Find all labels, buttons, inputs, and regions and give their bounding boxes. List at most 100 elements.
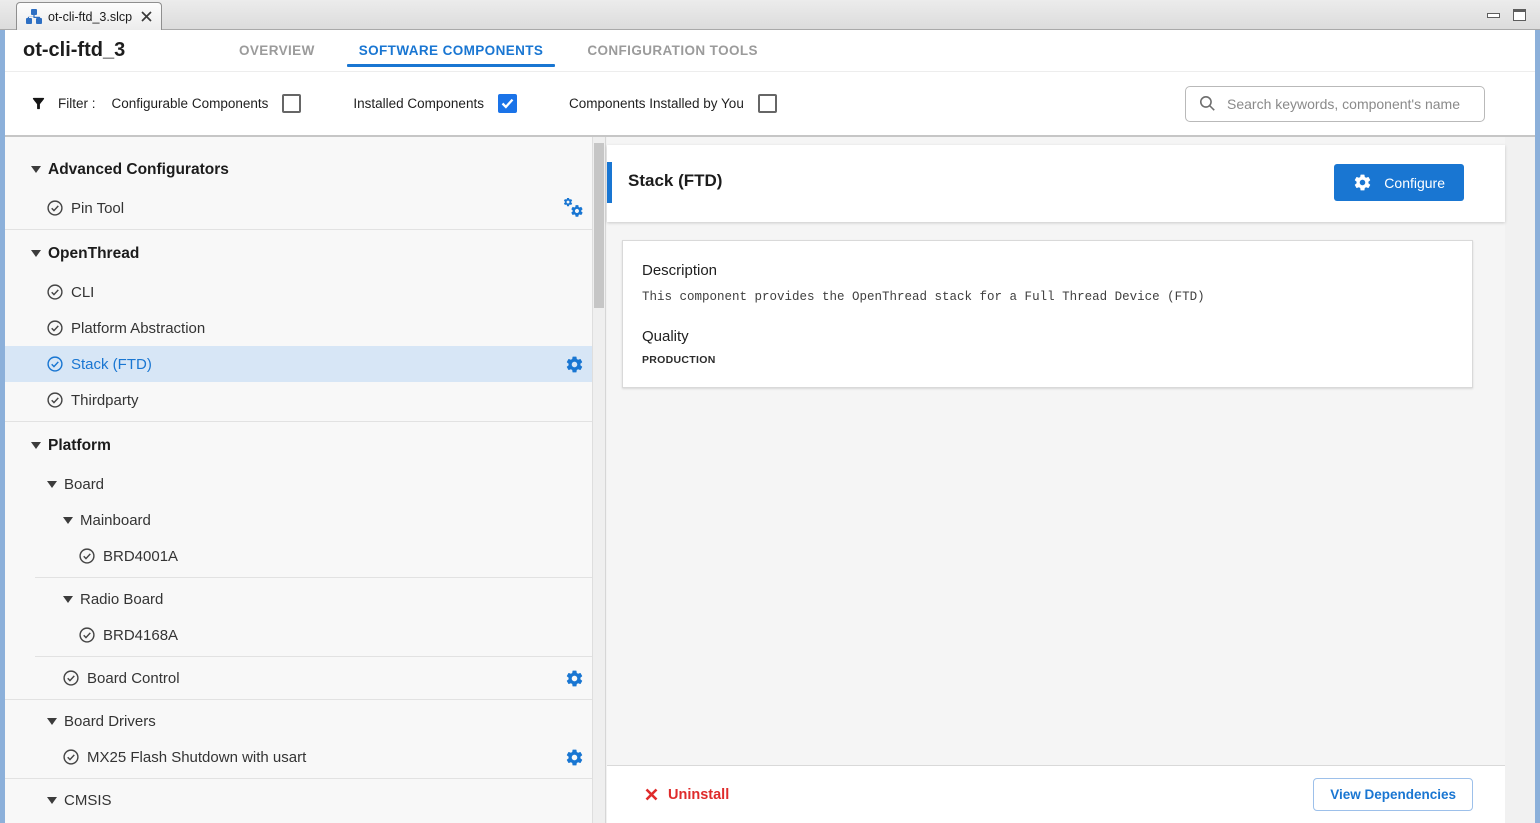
- slcp-project-icon: [26, 9, 42, 24]
- maximize-icon[interactable]: [1513, 9, 1526, 21]
- tab-configuration-tools[interactable]: CONFIGURATION TOOLS: [565, 30, 780, 71]
- caret-down-icon[interactable]: [30, 166, 41, 173]
- tree-item-label: Thirdparty: [71, 392, 139, 409]
- installed-check-icon: [62, 669, 80, 687]
- configure-gear-icon[interactable]: [565, 748, 584, 767]
- pin-tool-gears-icon[interactable]: [563, 198, 584, 218]
- tree-item-platform-abstraction[interactable]: Platform Abstraction: [5, 310, 592, 346]
- component-tree: Advanced Configurators Pin Tool OpenThread…: [5, 137, 592, 823]
- tree-item-label: BRD4168A: [103, 627, 178, 644]
- filter-components-installed-by-you: Components Installed by You: [569, 94, 777, 113]
- view-controls: [1487, 9, 1526, 21]
- editor-tab[interactable]: ot-cli-ftd_3.slcp: [16, 2, 162, 30]
- description-text: This component provides the OpenThread s…: [642, 290, 1453, 304]
- tree-item-board-control[interactable]: Board Control: [5, 660, 592, 696]
- tree-item-mx25-flash-shutdown-with-usart[interactable]: MX25 Flash Shutdown with usart: [5, 739, 592, 775]
- installed-check-icon: [46, 391, 64, 409]
- caret-down-icon[interactable]: [46, 481, 57, 488]
- filter-funnel-icon: [30, 95, 47, 112]
- tree-item-cmsis[interactable]: CMSIS: [5, 782, 592, 818]
- uninstall-x-icon: [645, 788, 658, 801]
- component-detail-panel: Stack (FTD) Configure Description This c…: [607, 137, 1505, 823]
- project-header: ot-cli-ftd_3 OVERVIEW SOFTWARE COMPONENT…: [5, 30, 1535, 72]
- tree-item-label: Platform: [48, 437, 111, 455]
- uninstall-label: Uninstall: [668, 787, 729, 803]
- tree-scrollbar-thumb[interactable]: [594, 143, 604, 308]
- tree-item-board-drivers[interactable]: Board Drivers: [5, 703, 592, 739]
- tree-item-stack-ftd[interactable]: Stack (FTD): [5, 346, 592, 382]
- detail-header: Stack (FTD) Configure: [607, 145, 1505, 222]
- configure-gear-icon[interactable]: [565, 669, 584, 688]
- tree-item-label: Radio Board: [80, 591, 163, 608]
- caret-down-icon[interactable]: [62, 596, 73, 603]
- tab-software-components[interactable]: SOFTWARE COMPONENTS: [337, 30, 566, 71]
- installed-components-checkbox[interactable]: [498, 94, 517, 113]
- checkbox-label: Configurable Components: [112, 96, 269, 111]
- checkbox-label: Installed Components: [353, 96, 484, 111]
- filter-installed-components: Installed Components: [353, 94, 517, 113]
- tree-item-thirdparty[interactable]: Thirdparty: [5, 382, 592, 418]
- installed-check-icon: [78, 547, 96, 565]
- tree-item-pin-tool[interactable]: Pin Tool: [5, 190, 592, 226]
- configurable-components-checkbox[interactable]: [282, 94, 301, 113]
- filter-label: Filter :: [58, 96, 96, 111]
- editor-tab-title: ot-cli-ftd_3.slcp: [48, 10, 132, 24]
- filter-bar: Filter : Configurable Components Install…: [5, 72, 1535, 137]
- search-box: [1185, 86, 1485, 122]
- close-icon[interactable]: [141, 11, 152, 22]
- tree-item-brd4168a[interactable]: BRD4168A: [5, 617, 592, 653]
- checkbox-label: Components Installed by You: [569, 96, 744, 111]
- search-icon: [1198, 94, 1217, 113]
- minimize-icon[interactable]: [1487, 13, 1500, 18]
- tree-item-label: Platform Abstraction: [71, 320, 205, 337]
- component-title: Stack (FTD): [628, 171, 722, 191]
- configure-button-label: Configure: [1384, 175, 1445, 191]
- installed-check-icon: [46, 199, 64, 217]
- tab-overview[interactable]: OVERVIEW: [217, 30, 337, 71]
- caret-down-icon[interactable]: [30, 442, 41, 449]
- tree-scrollbar[interactable]: [592, 137, 606, 823]
- editor-focus-border-left: [0, 30, 5, 823]
- configure-button[interactable]: Configure: [1334, 164, 1464, 201]
- filter-configurable-components: Configurable Components: [112, 94, 302, 113]
- header-accent-bar: [607, 162, 612, 203]
- tree-item-openthread[interactable]: OpenThread: [5, 233, 592, 274]
- project-title: ot-cli-ftd_3: [23, 39, 203, 62]
- tree-item-label: OpenThread: [48, 245, 139, 263]
- installed-check-icon: [46, 319, 64, 337]
- quality-heading: Quality: [642, 328, 1453, 345]
- caret-down-icon[interactable]: [30, 250, 41, 257]
- tree-item-label: CLI: [71, 284, 94, 301]
- tree-item-label: Stack (FTD): [71, 356, 152, 373]
- tree-item-mainboard[interactable]: Mainboard: [5, 502, 592, 538]
- tree-item-label: Pin Tool: [71, 200, 124, 217]
- search-input[interactable]: [1227, 96, 1474, 112]
- uninstall-button[interactable]: Uninstall: [645, 787, 729, 803]
- tree-divider: [5, 775, 592, 782]
- tree-item-brd4001a[interactable]: BRD4001A: [5, 538, 592, 574]
- tree-item-board[interactable]: Board: [5, 466, 592, 502]
- description-card: Description This component provides the …: [622, 240, 1473, 388]
- tree-divider: [5, 653, 592, 660]
- caret-down-icon[interactable]: [62, 517, 73, 524]
- detail-footer: Uninstall View Dependencies: [607, 765, 1505, 823]
- simplicity-studio-editor: ot-cli-ftd_3.slcp ot-cli-ftd_3 OVERVIEW …: [0, 0, 1540, 823]
- configure-gear-icon[interactable]: [565, 355, 584, 374]
- tree-divider: [5, 574, 592, 581]
- view-dependencies-button[interactable]: View Dependencies: [1313, 778, 1473, 811]
- tree-item-label: Board: [64, 476, 104, 493]
- tree-item-label: Board Drivers: [64, 713, 156, 730]
- tree-item-label: BRD4001A: [103, 548, 178, 565]
- quality-value: PRODUCTION: [642, 354, 1453, 366]
- tree-item-radio-board[interactable]: Radio Board: [5, 581, 592, 617]
- description-heading: Description: [642, 262, 1453, 279]
- caret-down-icon[interactable]: [46, 718, 57, 725]
- tree-item-platform[interactable]: Platform: [5, 425, 592, 466]
- tree-divider: [5, 418, 592, 425]
- components-installed-by-you-checkbox[interactable]: [758, 94, 777, 113]
- tree-item-advanced-configurators[interactable]: Advanced Configurators: [5, 149, 592, 190]
- installed-check-icon: [46, 283, 64, 301]
- page-tabs: OVERVIEW SOFTWARE COMPONENTS CONFIGURATI…: [217, 30, 780, 71]
- tree-item-cli[interactable]: CLI: [5, 274, 592, 310]
- caret-down-icon[interactable]: [46, 797, 57, 804]
